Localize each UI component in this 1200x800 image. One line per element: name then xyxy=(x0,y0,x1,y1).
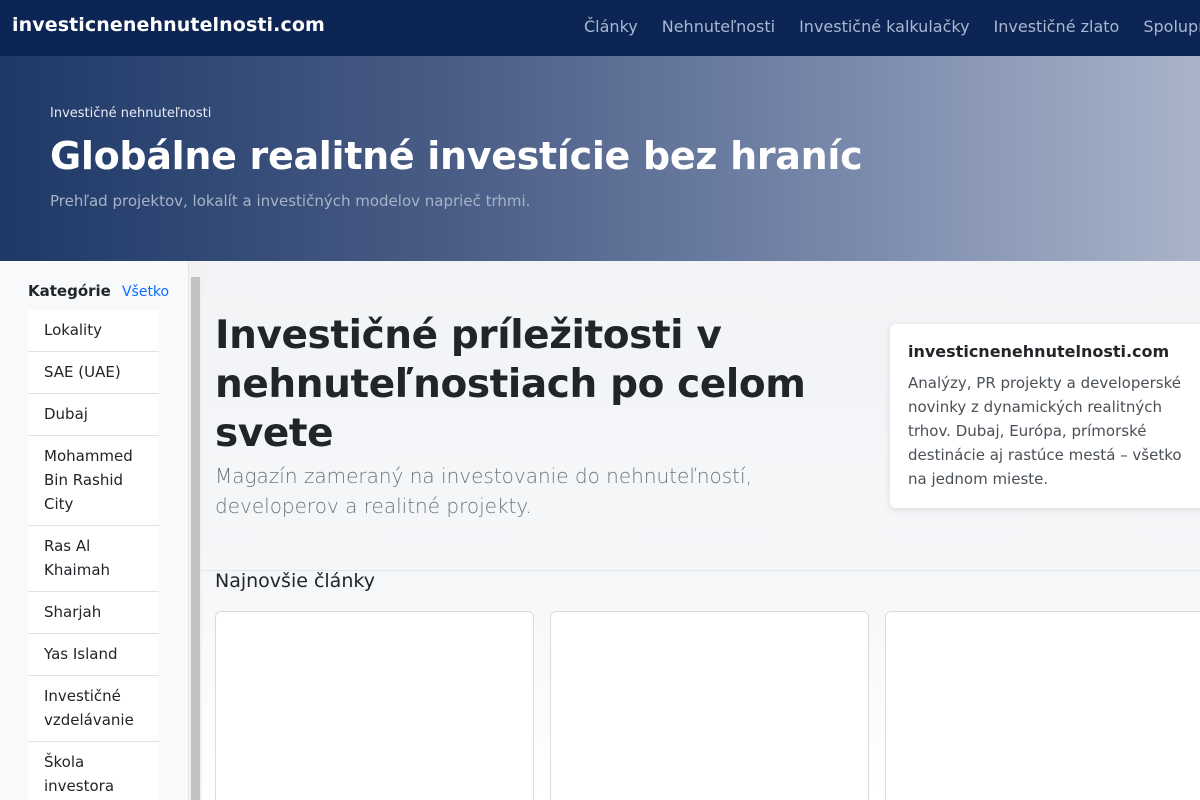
sidebar-header: Kategórie Všetko xyxy=(28,281,169,300)
nav-link-zlato[interactable]: Investičné zlato xyxy=(994,17,1120,36)
main-nav: Články Nehnuteľnosti Investičné kalkulač… xyxy=(572,17,1200,36)
sidebar-title: Kategórie xyxy=(28,282,111,300)
main-content: Investičné príležitosti v nehnuteľnostia… xyxy=(202,261,1200,800)
main-title: Investičné príležitosti v nehnuteľnostia… xyxy=(215,313,806,456)
nav-link-clanky[interactable]: Články xyxy=(584,17,638,36)
category-item-ras-al-khaimah[interactable]: Ras Al Khaimah xyxy=(28,526,159,592)
category-item-lokality[interactable]: Lokality xyxy=(28,310,159,352)
latest-articles-heading: Najnovšie články xyxy=(215,570,375,592)
category-item-mbr-city[interactable]: Mohammed Bin Rashid City xyxy=(28,436,159,526)
category-item-sae[interactable]: SAE (UAE) xyxy=(28,352,159,394)
category-sidebar: Kategórie Všetko Lokality SAE (UAE) Duba… xyxy=(0,261,188,800)
main-lead: Magazín zameraný na investovanie do nehn… xyxy=(215,464,752,518)
category-item-yas-island[interactable]: Yas Island xyxy=(28,634,159,676)
hero-eyebrow: Investičné nehnuteľnosti xyxy=(50,106,212,121)
sidebar-all-link[interactable]: Všetko xyxy=(122,284,169,300)
category-list: Lokality SAE (UAE) Dubaj Mohammed Bin Ra… xyxy=(28,310,159,800)
hero-banner: Investičné nehnuteľnosti Globálne realit… xyxy=(0,56,1200,261)
category-item-skola-investora[interactable]: Škola investora xyxy=(28,742,159,800)
site-info-card: investicnenehnutelnosti.com Analýzy, PR … xyxy=(890,324,1200,508)
category-item-dubaj[interactable]: Dubaj xyxy=(28,394,159,436)
nav-link-kalkulacky[interactable]: Investičné kalkulačky xyxy=(799,17,969,36)
category-item-vzdelavanie[interactable]: Investičné vzdelávanie xyxy=(28,676,159,742)
article-card[interactable] xyxy=(885,611,1200,800)
top-navbar: investicnenehnutelnosti.com Články Nehnu… xyxy=(0,0,1200,56)
site-brand-link[interactable]: investicnenehnutelnosti.com xyxy=(12,14,325,36)
sidebar-scrollbar[interactable] xyxy=(188,261,202,800)
nav-link-nehnutelnosti[interactable]: Nehnuteľnosti xyxy=(662,17,775,36)
info-card-title: investicnenehnutelnosti.com xyxy=(908,342,1170,361)
hero-subtitle: Prehľad projektov, lokalít a investičnýc… xyxy=(50,192,531,210)
hero-title: Globálne realitné investície bez hraníc xyxy=(50,134,863,178)
sidebar-scrollbar-thumb[interactable] xyxy=(191,277,200,800)
article-card[interactable] xyxy=(550,611,869,800)
info-card-text: Analýzy, PR projekty a developerské novi… xyxy=(908,374,1182,488)
category-item-sharjah[interactable]: Sharjah xyxy=(28,592,159,634)
nav-link-spolupraca[interactable]: Spolupráca xyxy=(1143,17,1200,36)
article-card[interactable] xyxy=(215,611,534,800)
